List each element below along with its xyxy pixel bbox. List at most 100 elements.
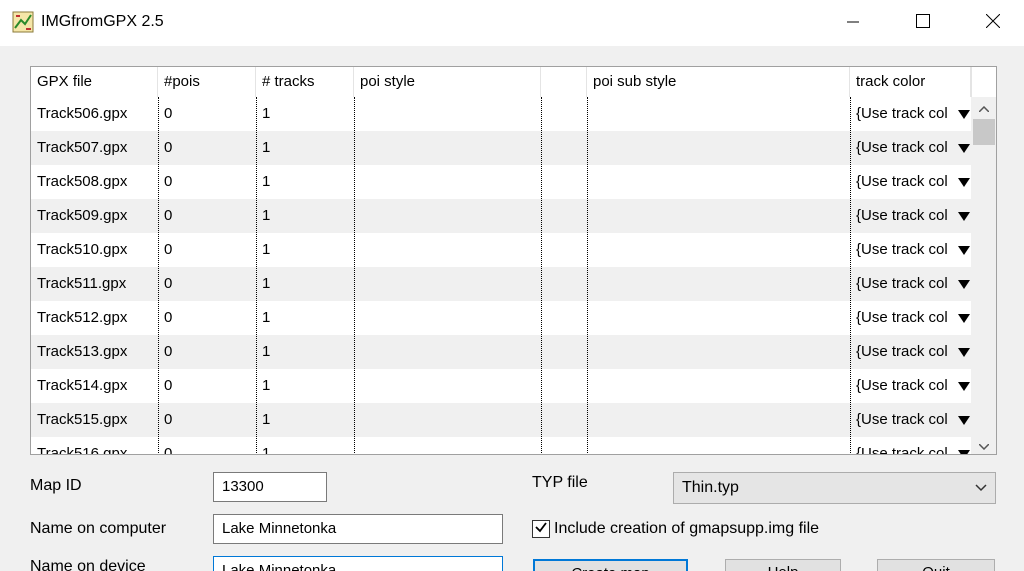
tracks-cell[interactable]: 1	[256, 335, 354, 369]
track-color-dropdown[interactable]: {Use track col	[850, 97, 971, 131]
track-color-dropdown[interactable]: {Use track col	[850, 131, 971, 165]
poi-sub-style-cell[interactable]	[587, 97, 850, 131]
poi-sub-style-cell[interactable]	[587, 369, 850, 403]
gpx-file-cell[interactable]: Track513.gpx	[31, 335, 158, 369]
pois-cell[interactable]: 0	[158, 199, 256, 233]
blank-cell[interactable]	[541, 267, 587, 301]
table-row[interactable]: Track512.gpx 0 1 {Use track col	[31, 301, 971, 335]
dropdown-arrow-icon[interactable]	[957, 199, 971, 233]
gpx-file-cell[interactable]: Track508.gpx	[31, 165, 158, 199]
gpx-file-cell[interactable]: Track506.gpx	[31, 97, 158, 131]
blank-cell[interactable]	[541, 233, 587, 267]
column-header-gpx-file[interactable]: GPX file	[31, 67, 158, 97]
close-button[interactable]	[970, 0, 1016, 46]
pois-cell[interactable]: 0	[158, 403, 256, 437]
poi-sub-style-cell[interactable]	[587, 301, 850, 335]
dropdown-arrow-icon[interactable]	[957, 403, 971, 437]
track-color-dropdown[interactable]: {Use track col	[850, 233, 971, 267]
map-id-input[interactable]: 13300	[213, 472, 327, 502]
pois-cell[interactable]: 0	[158, 369, 256, 403]
table-row[interactable]: Track509.gpx 0 1 {Use track col	[31, 199, 971, 233]
gpx-file-cell[interactable]: Track507.gpx	[31, 131, 158, 165]
poi-style-cell[interactable]	[354, 97, 541, 131]
create-map-button[interactable]: Create map	[533, 559, 688, 571]
track-color-dropdown[interactable]: {Use track col	[850, 403, 971, 437]
blank-cell[interactable]	[541, 437, 587, 454]
blank-cell[interactable]	[541, 97, 587, 131]
scroll-down-button[interactable]	[971, 435, 996, 454]
tracks-cell[interactable]: 1	[256, 199, 354, 233]
gpx-file-cell[interactable]: Track510.gpx	[31, 233, 158, 267]
typ-file-select[interactable]: Thin.typ	[673, 472, 996, 504]
column-header-poi-sub-style[interactable]: poi sub style	[587, 67, 850, 97]
pois-cell[interactable]: 0	[158, 131, 256, 165]
include-gmapsupp-checkbox[interactable]	[532, 520, 550, 538]
dropdown-arrow-icon[interactable]	[957, 301, 971, 335]
table-row[interactable]: Track510.gpx 0 1 {Use track col	[31, 233, 971, 267]
blank-cell[interactable]	[541, 369, 587, 403]
poi-sub-style-cell[interactable]	[587, 131, 850, 165]
tracks-cell[interactable]: 1	[256, 437, 354, 454]
poi-style-cell[interactable]	[354, 335, 541, 369]
minimize-button[interactable]	[830, 0, 876, 46]
vertical-scrollbar[interactable]	[971, 97, 996, 454]
poi-sub-style-cell[interactable]	[587, 267, 850, 301]
name-on-device-input[interactable]: Lake Minnetonka	[213, 556, 503, 571]
table-row[interactable]: Track514.gpx 0 1 {Use track col	[31, 369, 971, 403]
gpx-file-grid[interactable]: GPX file #pois # tracks poi style poi su…	[30, 66, 997, 455]
blank-cell[interactable]	[541, 301, 587, 335]
poi-style-cell[interactable]	[354, 301, 541, 335]
poi-sub-style-cell[interactable]	[587, 233, 850, 267]
pois-cell[interactable]: 0	[158, 165, 256, 199]
pois-cell[interactable]: 0	[158, 335, 256, 369]
scroll-up-button[interactable]	[971, 97, 996, 117]
poi-sub-style-cell[interactable]	[587, 437, 850, 454]
blank-cell[interactable]	[541, 199, 587, 233]
dropdown-arrow-icon[interactable]	[957, 369, 971, 403]
track-color-dropdown[interactable]: {Use track col	[850, 369, 971, 403]
blank-cell[interactable]	[541, 403, 587, 437]
table-row[interactable]: Track508.gpx 0 1 {Use track col	[31, 165, 971, 199]
track-color-dropdown[interactable]: {Use track col	[850, 335, 971, 369]
quit-button[interactable]: Quit	[877, 559, 995, 571]
pois-cell[interactable]: 0	[158, 301, 256, 335]
table-row[interactable]: Track515.gpx 0 1 {Use track col	[31, 403, 971, 437]
column-header-pois[interactable]: #pois	[158, 67, 256, 97]
blank-cell[interactable]	[541, 131, 587, 165]
table-row[interactable]: Track513.gpx 0 1 {Use track col	[31, 335, 971, 369]
column-header-blank[interactable]	[541, 67, 587, 97]
table-row[interactable]: Track506.gpx 0 1 {Use track col	[31, 97, 971, 131]
maximize-button[interactable]	[900, 0, 946, 46]
track-color-dropdown[interactable]: {Use track col	[850, 301, 971, 335]
gpx-file-cell[interactable]: Track509.gpx	[31, 199, 158, 233]
dropdown-arrow-icon[interactable]	[957, 437, 971, 454]
dropdown-arrow-icon[interactable]	[957, 97, 971, 131]
tracks-cell[interactable]: 1	[256, 131, 354, 165]
table-row[interactable]: Track507.gpx 0 1 {Use track col	[31, 131, 971, 165]
gpx-file-cell[interactable]: Track515.gpx	[31, 403, 158, 437]
poi-style-cell[interactable]	[354, 199, 541, 233]
include-gmapsupp-label[interactable]: Include creation of gmapsupp.img file	[554, 520, 819, 538]
dropdown-arrow-icon[interactable]	[957, 335, 971, 369]
pois-cell[interactable]: 0	[158, 267, 256, 301]
track-color-dropdown[interactable]: {Use track col	[850, 437, 971, 454]
track-color-dropdown[interactable]: {Use track col	[850, 199, 971, 233]
column-header-poi-style[interactable]: poi style	[354, 67, 541, 97]
poi-style-cell[interactable]	[354, 233, 541, 267]
tracks-cell[interactable]: 1	[256, 403, 354, 437]
poi-style-cell[interactable]	[354, 165, 541, 199]
poi-sub-style-cell[interactable]	[587, 335, 850, 369]
column-header-tracks[interactable]: # tracks	[256, 67, 354, 97]
pois-cell[interactable]: 0	[158, 437, 256, 454]
column-header-track-color[interactable]: track color	[850, 67, 971, 97]
tracks-cell[interactable]: 1	[256, 369, 354, 403]
poi-style-cell[interactable]	[354, 437, 541, 454]
dropdown-arrow-icon[interactable]	[957, 233, 971, 267]
poi-style-cell[interactable]	[354, 131, 541, 165]
table-row[interactable]: Track516.gpx 0 1 {Use track col	[31, 437, 971, 454]
tracks-cell[interactable]: 1	[256, 233, 354, 267]
tracks-cell[interactable]: 1	[256, 97, 354, 131]
track-color-dropdown[interactable]: {Use track col	[850, 267, 971, 301]
poi-style-cell[interactable]	[354, 369, 541, 403]
dropdown-arrow-icon[interactable]	[957, 131, 971, 165]
